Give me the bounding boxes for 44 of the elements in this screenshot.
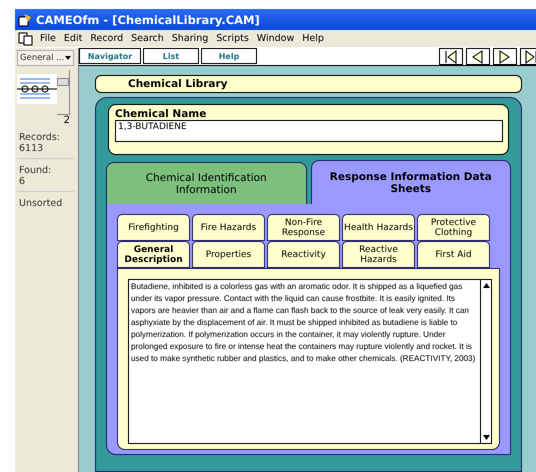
menu-item[interactable]: File (36, 33, 60, 44)
scroll-up-icon[interactable] (482, 283, 490, 288)
scrollbar[interactable] (480, 280, 491, 443)
toolbar-button[interactable]: List (143, 48, 199, 64)
sort-status: Unsorted (19, 198, 64, 209)
description-field[interactable]: Butadiene, inhibited is a colorless gas with an aromatic odor. It is shipped as a liquefied gas under its vapor pressure. Contact with the liquid can cause frostbite. It is easily ignited. Its vapors are heavier than air and a flame can flash back to the source of leak very easily. It can asphyxiate by the displacement of air. It must be shipped inhibited as butadiene is liable to polymerization. If polymerization occurs in the container, it may violently rupture. Under prolonged exposure to fire or intense heat the containers may rupture violently and rocket. It is used to make synthetic rubber and plastics, and to make other chemicals. (REACTIVITY, 2003) (128, 279, 492, 444)
tab[interactable]: First Aid (417, 241, 490, 268)
caret-icon (65, 56, 71, 60)
records-count: 6113 (19, 143, 44, 154)
found-label: Found: (19, 165, 52, 176)
tab[interactable]: Properties (192, 241, 265, 268)
tab[interactable]: Chemical Identification Information (106, 162, 306, 204)
menu-item[interactable]: Scripts (212, 33, 253, 44)
menu-item[interactable]: Search (127, 33, 168, 44)
tab[interactable]: Protective Clothing (417, 214, 490, 241)
app-icon (18, 12, 32, 26)
tab[interactable]: Firefighting (117, 214, 190, 241)
records-label: Records: (19, 132, 61, 143)
toolbar-button[interactable]: Navigator (79, 48, 141, 64)
tab[interactable]: Health Hazards (342, 214, 415, 241)
chemical-name-field[interactable]: 1,3-BUTADIENE (115, 120, 503, 142)
record-number: 2 (62, 115, 71, 126)
tab[interactable]: Fire Hazards (192, 214, 265, 241)
menu-item[interactable]: Sharing (168, 33, 212, 44)
menu-item[interactable]: Help (298, 33, 328, 44)
last-record-icon[interactable] (523, 48, 536, 64)
found-count: 6 (19, 176, 26, 187)
section-header: Chemical Library (95, 75, 522, 93)
menu-item[interactable]: Record (86, 33, 128, 44)
toolbar-button[interactable]: Help (201, 48, 257, 64)
document-icon[interactable] (18, 32, 34, 46)
menu-item[interactable]: Window (252, 33, 298, 44)
tab[interactable]: Reactive Hazards (342, 241, 415, 268)
field-label: Chemical Name (115, 108, 208, 120)
book-icon[interactable] (17, 74, 57, 104)
layout-dropdown[interactable]: General ... (17, 50, 74, 66)
menu-item[interactable]: Edit (60, 33, 86, 44)
window-title: CAMEOfm - [ChemicalLibrary.CAM] (36, 12, 260, 26)
tab[interactable]: Reactivity (267, 241, 340, 268)
tab[interactable]: Non-Fire Response (267, 214, 340, 241)
tab[interactable]: Response Information Data Sheets (310, 160, 511, 204)
slider-thumb[interactable] (57, 78, 69, 86)
scroll-down-icon[interactable] (482, 435, 490, 440)
tab[interactable]: General Description (117, 241, 190, 268)
